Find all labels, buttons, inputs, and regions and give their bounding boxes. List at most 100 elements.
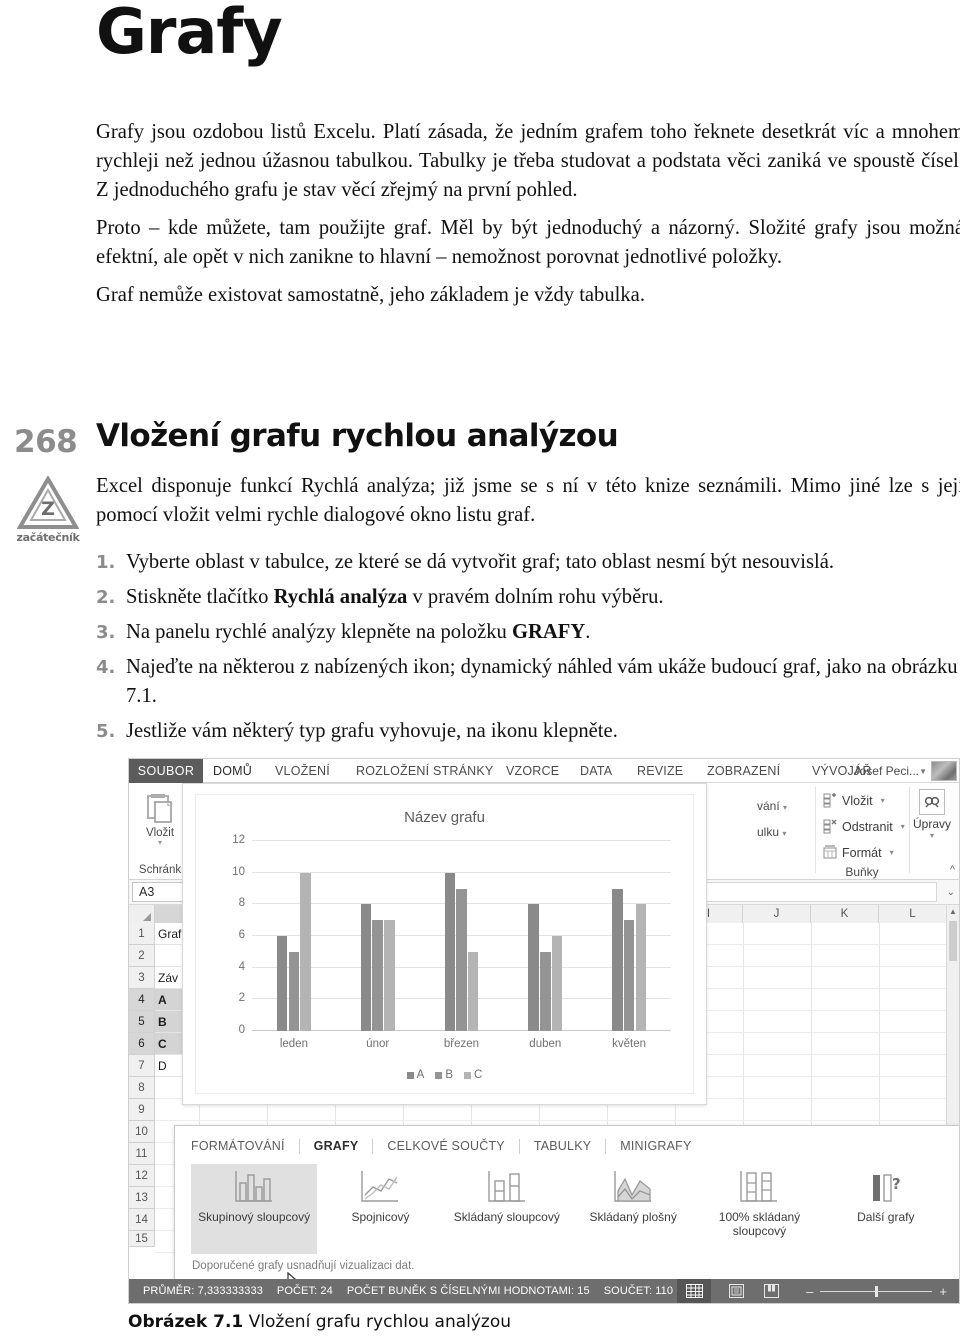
page-break-preview-icon[interactable]	[762, 1283, 781, 1299]
zoom-out-button[interactable]: –	[806, 1285, 813, 1298]
row-header-13[interactable]: 13	[129, 1187, 155, 1209]
scrollbar-thumb[interactable]	[949, 921, 957, 961]
percent-stacked-column-icon	[696, 1164, 822, 1210]
qa-tab-grafy[interactable]: GRAFY	[300, 1139, 373, 1153]
row-header-11[interactable]: 11	[129, 1143, 155, 1165]
chevron-down-icon[interactable]: ▾	[913, 831, 951, 840]
editing-group[interactable]: Úpravy ▾	[913, 789, 951, 840]
row-header-12[interactable]: 12	[129, 1165, 155, 1187]
x-tick-label: duben	[529, 1038, 562, 1050]
zoom-slider-thumb[interactable]	[875, 1285, 879, 1297]
scroll-up-icon[interactable]: ▲	[947, 907, 959, 920]
step-emphasis: Rychlá analýza	[273, 586, 408, 608]
page-number: 268	[14, 424, 78, 460]
chart-title: Název grafu	[404, 809, 485, 826]
qa-tab-celkove-soucty[interactable]: CELKOVÉ SOUČTY	[373, 1139, 518, 1153]
insert-cells-command[interactable]: Vložit ▾	[823, 793, 885, 808]
paste-icon[interactable]	[145, 791, 175, 825]
intro-paragraphs: Grafy jsou ozdobou listů Excelu. Platí z…	[96, 118, 960, 319]
row-header-5[interactable]: 5	[129, 1011, 155, 1033]
qa-item-dalsi-grafy[interactable]: ? Další grafy	[823, 1164, 949, 1254]
x-tick-label: květen	[612, 1038, 647, 1050]
tab-data[interactable]: DATA	[580, 759, 612, 783]
row-header-10[interactable]: 10	[129, 1121, 155, 1143]
view-buttons	[677, 1279, 781, 1303]
tab-domu[interactable]: DOMŮ	[213, 759, 252, 783]
row-header-3[interactable]: 3	[129, 967, 155, 989]
chevron-down-icon[interactable]: ▾	[881, 796, 885, 805]
section-intro-text: Excel disponuje funkcí Rychlá analýza; j…	[96, 475, 960, 526]
status-average: PRŮMĚR: 7,333333333	[143, 1285, 263, 1297]
row-header-6[interactable]: 6	[129, 1033, 155, 1055]
chevron-down-icon[interactable]: ▾	[131, 839, 189, 847]
row-header-9[interactable]: 9	[129, 1099, 155, 1121]
section-intro: Excel disponuje funkcí Rychlá analýza; j…	[96, 472, 960, 539]
legend-swatch	[435, 1071, 443, 1079]
tab-vlozeni[interactable]: VLOŽENÍ	[275, 759, 330, 783]
legend-swatch	[406, 1071, 414, 1079]
table-command-partial[interactable]: ulku ▾	[757, 825, 786, 839]
tab-soubor[interactable]: SOUBOR	[129, 759, 203, 783]
x-tick-label: leden	[279, 1038, 308, 1050]
group-divider	[815, 787, 816, 873]
chart-bars-region: 0 2 4 6 8 10 12 leden únor březen duben květ…	[232, 834, 671, 1050]
zoom-slider[interactable]	[820, 1285, 933, 1297]
qa-item-100-skladany-sloupcovy[interactable]: 100% skládaný sloupcový	[696, 1164, 822, 1254]
step-emphasis: GRAFY	[511, 621, 586, 643]
clipboard-group-label: Schránk	[138, 864, 182, 876]
qa-tab-formatovani[interactable]: FORMÁTOVÁNÍ	[191, 1139, 299, 1153]
row-header-15[interactable]: 15	[129, 1231, 155, 1247]
zoom-control[interactable]: – +	[806, 1279, 947, 1303]
step-number: 1.	[96, 552, 116, 573]
row-header-1[interactable]: 1	[129, 923, 155, 945]
expand-formula-bar-icon[interactable]: ⌄	[947, 887, 955, 898]
format-cells-command[interactable]: Formát ▾	[823, 845, 894, 860]
tab-revize[interactable]: REVIZE	[637, 759, 683, 783]
step-number: 5.	[96, 721, 116, 742]
row-header-7[interactable]: 7	[129, 1055, 155, 1077]
qa-item-skladany-sloupcovy[interactable]: Skládaný sloupcový	[444, 1164, 570, 1254]
quick-analysis-tabs: FORMÁTOVÁNÍ GRAFY CELKOVÉ SOUČTY TABULKY…	[191, 1135, 949, 1157]
column-header-j[interactable]: J	[743, 905, 811, 923]
find-select-icon[interactable]	[919, 789, 945, 815]
warning-triangle-icon: Z	[17, 476, 79, 529]
step-text: Najeďte na některou z nabízených ikon; d…	[126, 656, 958, 707]
row-header-4[interactable]: 4	[129, 989, 155, 1011]
column-header-l[interactable]: L	[879, 905, 947, 923]
select-all-corner[interactable]	[129, 905, 155, 923]
y-tick-4: 4	[238, 960, 245, 973]
legend-item: B	[435, 1069, 453, 1081]
bars-layer	[252, 841, 671, 1031]
insert-cells-icon	[823, 793, 838, 808]
normal-view-icon[interactable]	[677, 1279, 711, 1303]
quick-analysis-items: Skupinový sloupcový Spojnicový Skládaný …	[191, 1164, 949, 1297]
qa-tab-tabulky[interactable]: TABULKY	[520, 1139, 605, 1153]
styles-command-partial[interactable]: vání ▾	[757, 799, 787, 813]
delete-cells-command[interactable]: Odstranit ▾	[823, 819, 905, 834]
legend-item: A	[406, 1069, 424, 1081]
tab-vzorce[interactable]: VZORCE	[506, 759, 559, 783]
collapse-ribbon-icon[interactable]: ^	[950, 864, 955, 876]
row-header-14[interactable]: 14	[129, 1209, 155, 1231]
chart-plot-area: Název grafu 0 2 4 6 8 10 12 leden únor bře…	[195, 794, 694, 1094]
chart-bar	[540, 951, 551, 1031]
qa-item-skladany-plosny[interactable]: Skládaný plošný	[570, 1164, 696, 1254]
avatar[interactable]	[931, 761, 957, 781]
step-text: Vyberte oblast v tabulce, ze které se dá…	[126, 551, 834, 573]
column-header-k[interactable]: K	[811, 905, 879, 923]
tab-rozlozeni[interactable]: ROZLOŽENÍ STRÁNKY	[356, 759, 493, 783]
chevron-down-icon[interactable]: ▼	[919, 767, 927, 776]
stacked-area-icon	[570, 1164, 696, 1210]
row-header-8[interactable]: 8	[129, 1077, 155, 1099]
qa-tab-minigrafy[interactable]: MINIGRAFY	[606, 1139, 705, 1153]
zoom-in-button[interactable]: +	[939, 1285, 947, 1298]
qa-item-skupinovy-sloupcovy[interactable]: Skupinový sloupcový	[191, 1164, 318, 1297]
user-account-name[interactable]: Josef Peci...	[854, 759, 919, 783]
qa-item-spojnicovy[interactable]: Spojnicový	[317, 1164, 443, 1254]
page-layout-view-icon[interactable]	[727, 1283, 746, 1299]
chevron-down-icon[interactable]: ▾	[901, 822, 905, 831]
row-header-2[interactable]: 2	[129, 945, 155, 967]
tab-zobrazeni[interactable]: ZOBRAZENÍ	[707, 759, 780, 783]
x-tick-label: březen	[443, 1038, 480, 1050]
chevron-down-icon[interactable]: ▾	[890, 848, 894, 857]
